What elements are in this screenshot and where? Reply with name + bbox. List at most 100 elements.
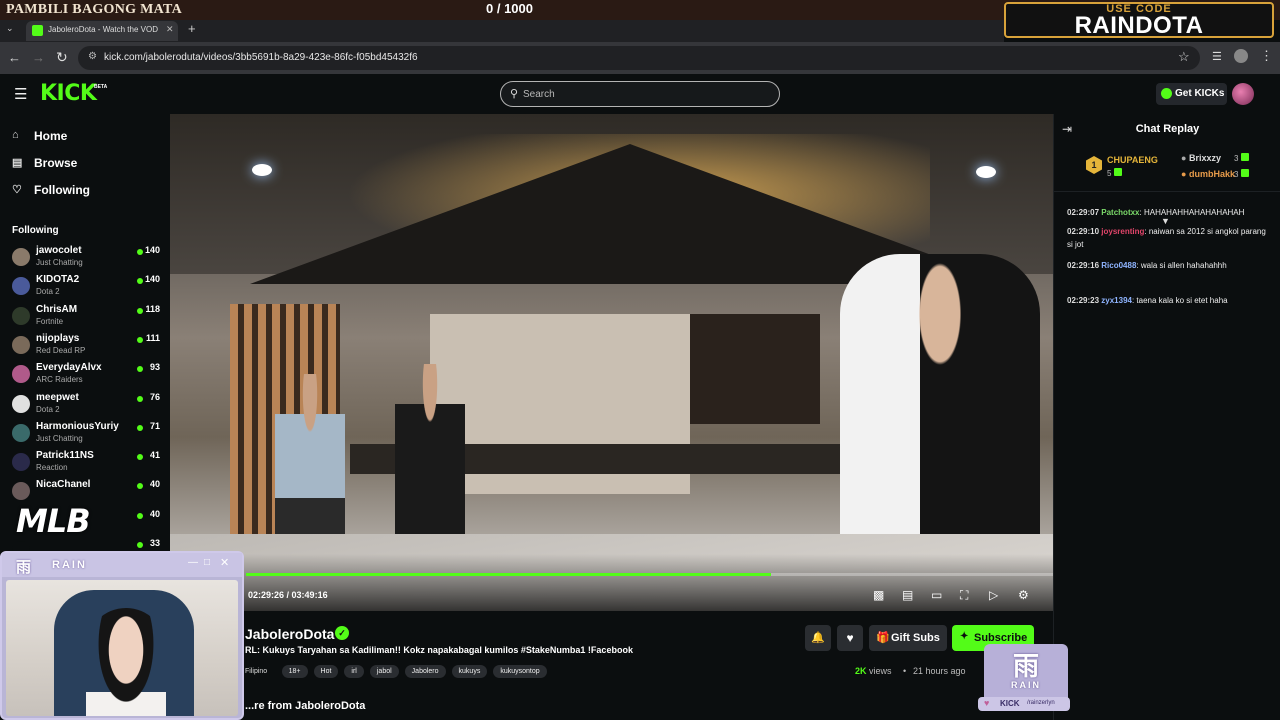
following-heading: Following	[12, 225, 59, 236]
bookmark-star-icon[interactable]: ☆	[1178, 49, 1190, 65]
home-icon: ⌂	[12, 129, 19, 141]
reload-icon[interactable]: ↻	[56, 49, 68, 66]
browser-toolbar: ← → ↻ ⚙ kick.com/jaboleroduta/videos/3bb…	[0, 42, 1280, 74]
facecam-window: 雨 RAIN — □ ✕	[0, 551, 244, 720]
viewer-count: 140	[144, 245, 160, 255]
verified-badge-icon: ✓	[335, 626, 349, 640]
leaderboard-name[interactable]: CHUPAENG	[1107, 155, 1158, 165]
leaderboard-count: 3	[1234, 169, 1249, 179]
chat-message: 02:29:10 joysrenting: naiwan sa 2012 si …	[1067, 227, 1266, 249]
extensions-icon[interactable]: ☰	[1212, 50, 1222, 63]
channel-avatar	[12, 453, 30, 472]
settings-gear-icon[interactable]: ⚙	[1018, 588, 1029, 602]
channel-avatar	[12, 365, 30, 384]
star-sparkle-icon: ✦	[960, 631, 969, 642]
language-tag[interactable]: Filipino	[245, 665, 271, 678]
following-channel-row[interactable]: EverydayAlvx ARC Raiders 93	[10, 361, 160, 389]
search-input[interactable]	[523, 86, 773, 102]
tag-chip[interactable]: Hot	[313, 665, 339, 678]
site-header: ☰ KICK BETA ⚲ Get KICKs	[0, 74, 1280, 114]
notifications-bell-icon[interactable]: 🔔	[805, 625, 831, 651]
sidebar-item-following[interactable]: ♡ Following	[12, 182, 162, 202]
minimize-icon: —	[188, 557, 198, 568]
back-arrow-icon[interactable]: ←	[8, 50, 21, 65]
following-channel-row[interactable]: meepwet Dota 2 76	[10, 391, 160, 419]
channel-category: Dota 2	[36, 287, 60, 297]
following-channel-row[interactable]: KIDOTA2 Dota 2 140	[10, 273, 160, 301]
channel-name[interactable]: JaboleroDota	[245, 626, 334, 642]
kick-brand-text: KICK	[1000, 699, 1020, 708]
rain-logo-text: RAIN	[1011, 680, 1041, 690]
gift-subs-button[interactable]: 🎁 Gift Subs	[869, 625, 947, 651]
gift-icon	[1240, 169, 1249, 177]
viewer-count: 118	[145, 303, 160, 314]
channel-name: EverydayAlvx	[36, 362, 102, 374]
player-controls-bar	[170, 554, 1053, 611]
shield-icon: ●	[1181, 153, 1187, 163]
tag-chip[interactable]: kukuysontop	[493, 665, 547, 678]
get-kicks-button[interactable]: Get KICKs	[1156, 83, 1227, 105]
seek-bar[interactable]	[246, 573, 1053, 576]
theater-mode-icon[interactable]: ▭	[931, 588, 942, 602]
following-channel-row[interactable]: HarmoniousYuriy Just Chatting 71	[10, 420, 160, 448]
following-channel-row[interactable]: jawocolet Just Chatting 140	[10, 244, 160, 272]
gift-icon	[1240, 153, 1249, 161]
sidebar-item-label: Following	[34, 183, 90, 197]
kick-logo[interactable]: KICK	[40, 81, 97, 106]
url-text[interactable]: kick.com/jaboleroduta/videos/3bb5691b-8a…	[104, 52, 418, 63]
browse-icon: ▤	[12, 157, 23, 169]
heart-icon: ♥	[984, 698, 990, 708]
fullscreen-icon[interactable]: ⛶	[960, 588, 968, 603]
tab-search-icon[interactable]: ⌄	[6, 23, 14, 34]
sidebar-item-home[interactable]: ⌂ Home	[12, 128, 162, 148]
rain-logo-mark: 雨	[1012, 651, 1039, 681]
sidebar-item-browse[interactable]: ▤ Browse	[12, 155, 162, 175]
tag-chip[interactable]: kukuys	[451, 665, 488, 678]
video-player[interactable]: 02:29:26 / 03:49:16 ▩ ▤ ▭ ⛶ ▷ ⚙	[170, 114, 1053, 611]
browser-tab[interactable]: JaboleroDota - Watch the VOD ✕	[26, 21, 178, 41]
tag-chip[interactable]: irl	[344, 665, 364, 678]
new-tab-icon[interactable]: +	[188, 21, 196, 36]
tag-chip[interactable]: 18+	[281, 665, 308, 678]
following-channel-row[interactable]: ChrisAM Fortnite 118	[10, 303, 160, 331]
chat-username[interactable]: joysrenting	[1101, 227, 1144, 236]
leaderboard-name[interactable]: ● dumbHakk	[1181, 169, 1235, 179]
rank-badge: 1	[1086, 156, 1102, 174]
tag-chip[interactable]: jabol	[369, 665, 399, 678]
forward-arrow-icon[interactable]: →	[32, 50, 45, 65]
user-avatar[interactable]	[1232, 83, 1254, 105]
chat-timestamp: 02:29:07	[1067, 208, 1100, 217]
chat-username[interactable]: Rico0488	[1101, 261, 1136, 270]
viewer-count: 71	[149, 420, 160, 431]
following-channel-row[interactable]: nijoplays Red Dead RP 111	[10, 332, 160, 360]
profile-avatar-icon[interactable]	[1234, 49, 1248, 63]
video-title: RL: Kukuys Taryahan sa Kadiliman!! Kokz …	[245, 645, 633, 655]
playback-speed-icon[interactable]: ▷	[989, 588, 998, 602]
hamburger-menu-icon[interactable]: ☰	[14, 85, 27, 103]
close-icon: ✕	[220, 557, 230, 569]
chat-message: 02:29:23 zyx1394: taena kala ko si etet …	[1067, 296, 1228, 305]
chat-username[interactable]: Patchotxx	[1101, 208, 1139, 217]
tag-chip[interactable]: Jabolero	[404, 665, 446, 678]
channel-category: Red Dead RP	[36, 345, 86, 355]
chat-text: wala si allen hahahahhh	[1140, 261, 1227, 270]
channel-name: nijoplays	[36, 332, 80, 344]
pip-icon[interactable]: ▤	[902, 588, 913, 602]
miniplayer-icon[interactable]: ▩	[873, 588, 884, 602]
search-icon: ⚲	[510, 88, 519, 100]
tab-close-icon[interactable]: ✕	[166, 24, 174, 35]
follow-heart-icon[interactable]: ♥	[837, 625, 863, 651]
chat-username[interactable]: zyx1394	[1101, 296, 1132, 305]
channel-name: meepwet	[36, 391, 79, 403]
site-info-icon[interactable]: ⚙	[88, 51, 97, 62]
more-from-heading: ...re from JaboleroDota	[245, 700, 366, 712]
leaderboard-name[interactable]: ● Brixxzy	[1181, 153, 1221, 163]
kick-handle-banner: ♥ KICK /rainzerlyn	[978, 697, 1070, 711]
search-box[interactable]: ⚲	[500, 81, 780, 107]
meta-separator: •	[903, 666, 907, 676]
address-bar[interactable]: ⚙ kick.com/jaboleroduta/videos/3bb5691b-…	[78, 46, 1200, 70]
browser-menu-icon[interactable]: ⋮	[1260, 48, 1273, 64]
facecam-video	[6, 580, 238, 716]
following-channel-row[interactable]: Patrick11NS Reaction 41	[10, 449, 160, 477]
rain-logo-mark: 雨	[16, 559, 32, 576]
